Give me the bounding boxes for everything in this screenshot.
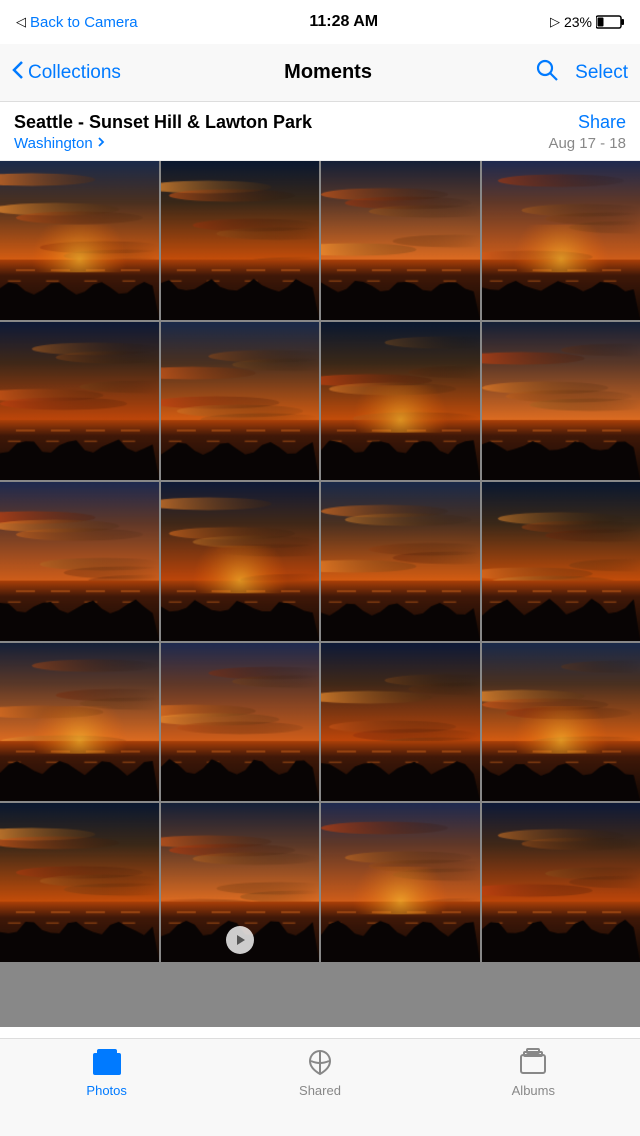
photo-thumbnail[interactable] — [161, 322, 320, 481]
photo-thumbnail[interactable] — [321, 161, 480, 320]
shared-label: Shared — [299, 1083, 341, 1098]
photo-grid — [0, 161, 640, 962]
photo-thumbnail[interactable] — [482, 803, 640, 962]
photo-thumbnail[interactable] — [0, 482, 159, 641]
photo-thumbnail[interactable] — [161, 161, 320, 320]
moment-header: Seattle - Sunset Hill & Lawton Park Shar… — [0, 102, 640, 161]
search-button[interactable] — [535, 58, 559, 87]
photo-thumbnail[interactable] — [482, 482, 640, 641]
status-bar: ◁ Back to Camera 11:28 AM ▷ 23% — [0, 0, 640, 44]
location-icon: ▷ — [550, 14, 560, 30]
photo-thumbnail[interactable] — [321, 322, 480, 481]
tab-albums[interactable]: Albums — [427, 1047, 640, 1098]
albums-label: Albums — [512, 1083, 555, 1098]
photo-thumbnail[interactable] — [321, 643, 480, 802]
photo-thumbnail[interactable] — [0, 161, 159, 320]
status-back[interactable]: ◁ Back to Camera — [16, 14, 138, 31]
moment-date: Aug 17 - 18 — [548, 135, 626, 152]
video-indicator — [226, 926, 254, 954]
photo-thumbnail[interactable] — [0, 322, 159, 481]
photo-grid-container — [0, 161, 640, 1027]
battery-icon — [596, 15, 624, 29]
tab-shared[interactable]: Shared — [213, 1047, 426, 1098]
nav-actions: Select — [535, 58, 628, 87]
photos-icon — [91, 1047, 123, 1079]
photo-thumbnail[interactable] — [161, 803, 320, 962]
battery-text: 23% — [564, 14, 592, 30]
albums-icon — [517, 1047, 549, 1079]
moment-title: Seattle - Sunset Hill & Lawton Park — [14, 112, 312, 133]
photo-thumbnail[interactable] — [0, 803, 159, 962]
photo-thumbnail[interactable] — [482, 322, 640, 481]
chevron-left-icon — [12, 60, 24, 85]
moment-location[interactable]: Washington — [14, 135, 105, 152]
nav-title: Moments — [284, 61, 372, 84]
status-time: 11:28 AM — [309, 13, 378, 31]
photo-thumbnail[interactable] — [0, 643, 159, 802]
status-indicators: ▷ 23% — [550, 14, 624, 30]
chevron-right-icon — [97, 135, 105, 152]
nav-bar: Collections Moments Select — [0, 44, 640, 102]
collections-back-button[interactable]: Collections — [12, 60, 121, 85]
photo-thumbnail[interactable] — [161, 643, 320, 802]
tab-photos[interactable]: Photos — [0, 1047, 213, 1098]
photo-thumbnail[interactable] — [161, 482, 320, 641]
back-arrow-icon: ◁ — [16, 14, 26, 30]
photo-thumbnail[interactable] — [321, 803, 480, 962]
photos-label: Photos — [86, 1083, 126, 1098]
select-button[interactable]: Select — [575, 62, 628, 84]
photo-thumbnail[interactable] — [321, 482, 480, 641]
tab-bar: Photos Shared Albums — [0, 1038, 640, 1136]
back-label[interactable]: Back to Camera — [30, 14, 138, 31]
share-button[interactable]: Share — [578, 112, 626, 133]
photo-thumbnail[interactable] — [482, 643, 640, 802]
shared-icon — [304, 1047, 336, 1079]
collections-label[interactable]: Collections — [28, 62, 121, 84]
photo-thumbnail[interactable] — [482, 161, 640, 320]
location-label: Washington — [14, 135, 93, 152]
